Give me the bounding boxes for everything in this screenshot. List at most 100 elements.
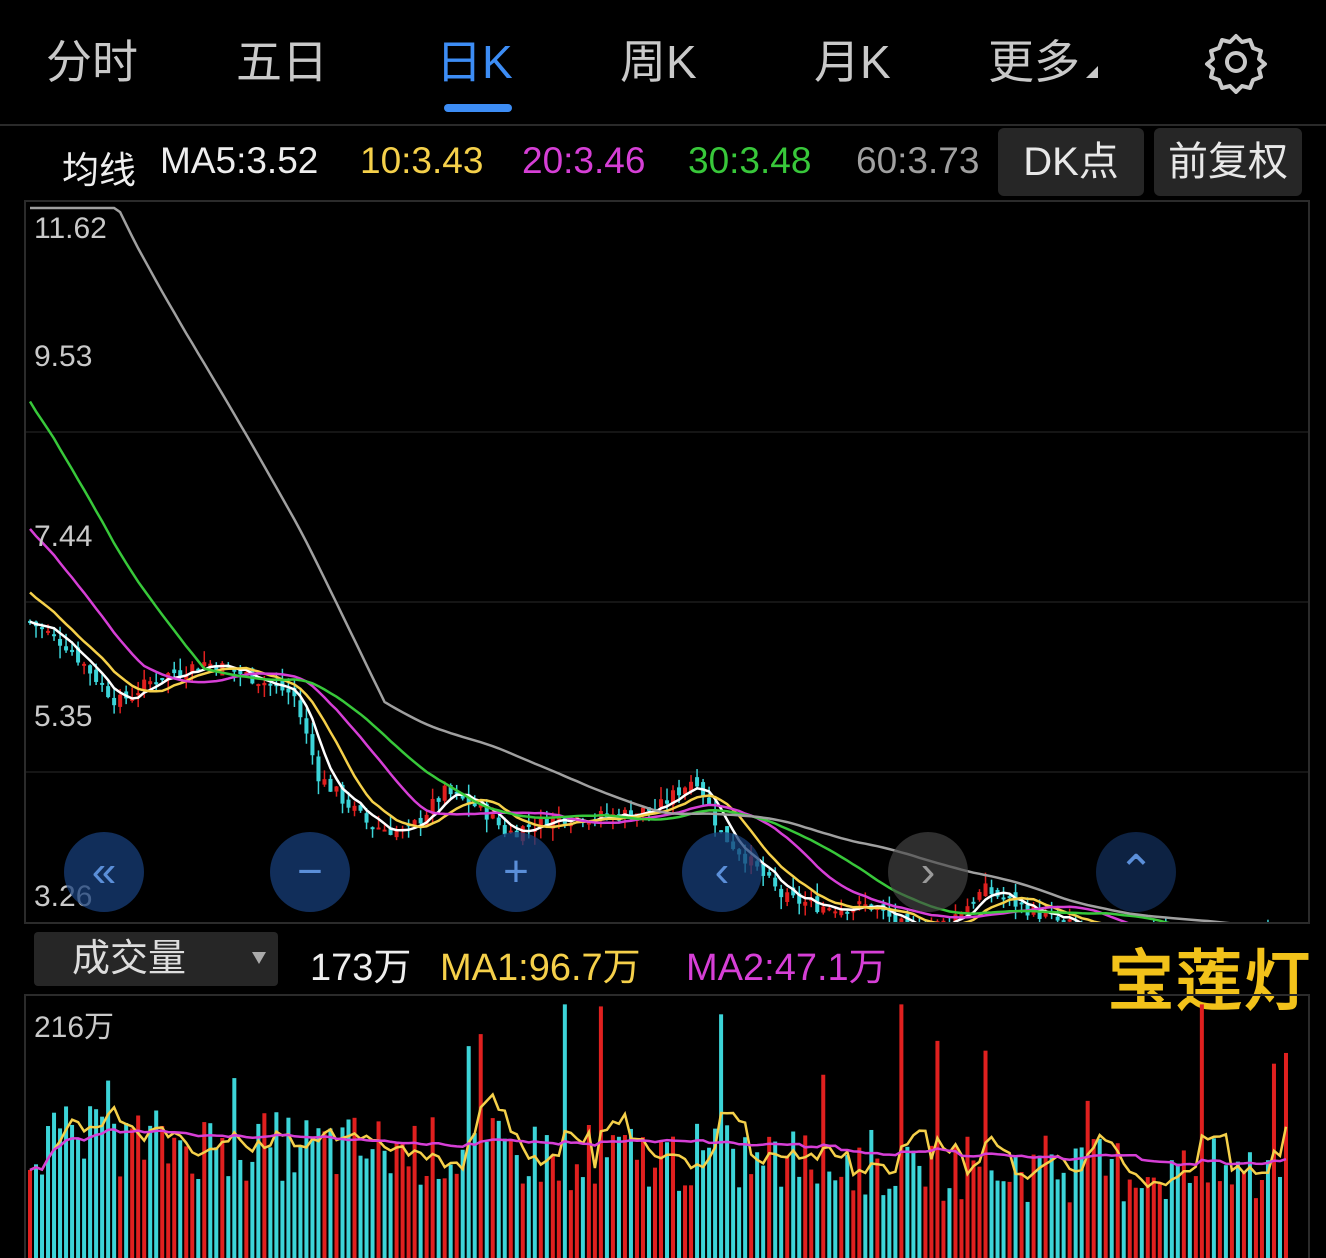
candle [214, 662, 219, 676]
candle-body [442, 785, 447, 801]
volume-bar [755, 1152, 760, 1258]
volume-bar [28, 1169, 32, 1258]
volume-bar [1229, 1184, 1234, 1258]
volume-bar [941, 1200, 946, 1258]
volume-bar [268, 1147, 273, 1258]
volume-bar [544, 1135, 549, 1258]
volume-bar [695, 1123, 700, 1258]
dk-point-button[interactable]: DK点 [998, 128, 1144, 196]
volume-bar [388, 1173, 393, 1258]
candle [845, 910, 850, 921]
volume-bar [917, 1165, 922, 1258]
volume-bar [82, 1158, 87, 1258]
candle [779, 884, 784, 910]
candle [1061, 918, 1066, 922]
active-tab-indicator [444, 104, 512, 112]
chevron-left-icon[interactable]: ‹ [682, 832, 762, 912]
y-tick-label: 7.44 [34, 520, 93, 553]
candle-body [989, 887, 994, 895]
gear-icon[interactable] [1204, 30, 1268, 94]
volume-bar [454, 1173, 459, 1258]
candle-body [436, 798, 441, 802]
candle [1001, 886, 1006, 908]
volume-bar [646, 1186, 651, 1258]
plus-icon[interactable]: + [476, 832, 556, 912]
volume-chart[interactable]: 216万 [24, 994, 1310, 1258]
volume-bar [166, 1163, 171, 1258]
volume-bar [34, 1164, 39, 1258]
volume-bar [322, 1131, 327, 1258]
minus-icon[interactable]: − [270, 832, 350, 912]
ma-prefix: 均线 [62, 150, 136, 191]
volume-bar [154, 1110, 159, 1258]
volume-bar [929, 1145, 934, 1258]
candle [130, 687, 135, 703]
candle [88, 664, 93, 686]
tab-five-day[interactable]: 五日 [236, 30, 328, 94]
volume-bar [280, 1180, 285, 1258]
volume-bar [640, 1137, 645, 1258]
double-chevron-left-icon[interactable]: « [64, 832, 144, 912]
volume-bar [857, 1147, 862, 1258]
chevron-up-icon[interactable]: ⌃ [1096, 832, 1176, 912]
candle-body [496, 817, 501, 826]
candle-body [70, 649, 75, 653]
tab-daily-k[interactable]: 日K [436, 30, 513, 94]
tab-monthly-k[interactable]: 月K [814, 30, 891, 94]
candle [797, 886, 802, 915]
candle-body [1001, 897, 1006, 900]
volume-bar [1061, 1172, 1066, 1258]
volume-bar [1187, 1182, 1192, 1258]
candle-body [112, 697, 117, 706]
volume-bar [130, 1128, 135, 1258]
candle-body [803, 901, 808, 906]
volume-bar [1241, 1172, 1246, 1258]
candle-body [328, 778, 333, 792]
volume-bar [94, 1109, 99, 1258]
candle [148, 676, 153, 689]
price-adjust-button[interactable]: 前复权 [1154, 128, 1302, 196]
volume-bar [1211, 1138, 1216, 1258]
tab-weekly-k[interactable]: 周K [620, 30, 697, 94]
volume-bar [112, 1123, 117, 1258]
volume-bar [1055, 1179, 1060, 1258]
candle-body [64, 646, 69, 651]
candle [767, 869, 772, 878]
volume-bar [484, 1141, 489, 1258]
candle-body [310, 734, 315, 756]
candle [971, 897, 976, 909]
volume-bar [310, 1138, 315, 1258]
price-chart[interactable]: 11.62 9.53 7.44 5.35 3.26 « − + ‹ › ⌃ [24, 200, 1310, 924]
volume-bar [1259, 1179, 1264, 1258]
volume-bar [1103, 1175, 1108, 1258]
volume-bar [1235, 1161, 1240, 1258]
volume-bar [568, 1190, 573, 1258]
ma5-value: MA5:3.52 [160, 140, 319, 181]
candle-body [382, 829, 387, 832]
chevron-right-icon[interactable]: › [888, 832, 968, 912]
candle-body [821, 906, 826, 913]
volume-bar [773, 1141, 778, 1258]
candle [328, 774, 333, 793]
candle-body [136, 693, 141, 696]
candle-body [845, 911, 850, 914]
candle [989, 879, 994, 903]
candle [280, 668, 285, 696]
volume-bar [1139, 1188, 1144, 1258]
candle [334, 785, 339, 797]
volume-bar [160, 1125, 165, 1258]
volume-bar [683, 1185, 688, 1258]
candle [1013, 883, 1018, 920]
candle-body [364, 813, 369, 823]
candle [310, 722, 315, 765]
candle-body [304, 718, 309, 734]
indicator-select[interactable]: 成交量 [34, 932, 278, 986]
candle [388, 816, 393, 836]
volume-plot [28, 1004, 1288, 1258]
tab-more[interactable]: 更多 [988, 30, 1098, 94]
volume-bar [1115, 1143, 1120, 1258]
volume-bar [142, 1159, 147, 1258]
candle-body [298, 700, 303, 718]
volume-bar [292, 1172, 297, 1258]
tab-intraday[interactable]: 分时 [46, 30, 138, 94]
